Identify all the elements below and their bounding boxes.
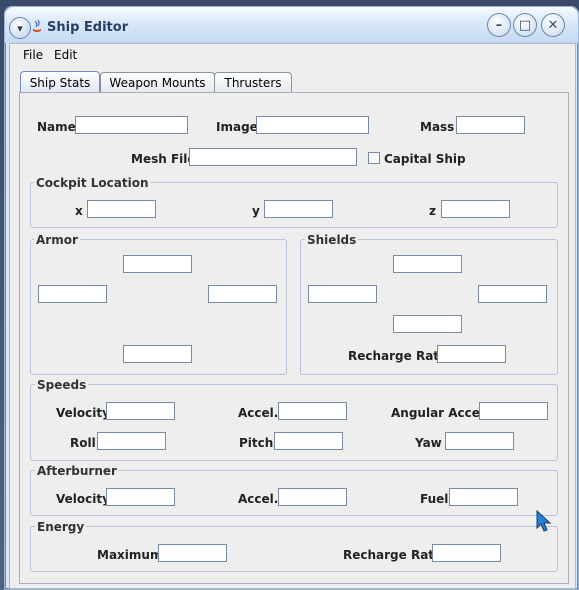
ship-editor-window: ▾ Ship Editor – □ ✕ File Edit Ship Stats… <box>4 6 579 590</box>
pitch-label: Pitch <box>239 436 274 450</box>
energy-recharge-label: Recharge Rate <box>343 548 443 562</box>
speed-velocity-label: Velocity <box>56 406 110 420</box>
close-button[interactable]: ✕ <box>541 13 565 37</box>
minimize-icon: – <box>495 17 503 33</box>
close-icon: ✕ <box>547 17 559 33</box>
menu-file[interactable]: File <box>23 48 43 62</box>
shield-back-field[interactable] <box>393 315 462 333</box>
shields-title: Shields <box>305 233 359 247</box>
capital-ship-checkbox[interactable] <box>368 152 380 164</box>
mouse-cursor-icon <box>536 509 552 534</box>
tab-weapon-mounts[interactable]: Weapon Mounts <box>100 72 215 93</box>
shield-recharge-label: Recharge Rate <box>348 349 448 363</box>
tab-ship-stats[interactable]: Ship Stats <box>20 71 100 93</box>
afterburner-accel-field[interactable] <box>278 488 347 506</box>
shield-left-field[interactable] <box>308 285 377 303</box>
cockpit-y-label: y <box>252 204 260 218</box>
roll-field[interactable] <box>97 432 166 450</box>
fuel-label: Fuel <box>420 492 449 506</box>
roll-label: Roll <box>70 436 96 450</box>
name-field[interactable] <box>75 116 188 134</box>
yaw-label: Yaw <box>415 436 442 450</box>
armor-front-field[interactable] <box>123 255 192 273</box>
speeds-title: Speeds <box>35 378 89 392</box>
cockpit-z-field[interactable] <box>441 200 510 218</box>
shield-front-field[interactable] <box>393 255 462 273</box>
cockpit-y-field[interactable] <box>264 200 333 218</box>
capital-ship-label: Capital Ship <box>384 152 466 166</box>
minimize-button[interactable]: – <box>487 13 511 37</box>
image-label: Image <box>216 120 258 134</box>
energy-maximum-label: Maximum <box>97 548 163 562</box>
afterburner-title: Afterburner <box>35 464 119 478</box>
maximize-icon: □ <box>518 17 532 33</box>
window-title: Ship Editor <box>47 20 129 35</box>
armor-left-field[interactable] <box>38 285 107 303</box>
speed-accel-label: Accel. <box>238 406 279 420</box>
afterburner-velocity-field[interactable] <box>106 488 175 506</box>
menu-edit[interactable]: Edit <box>54 48 77 62</box>
mesh-file-label: Mesh File <box>131 152 196 166</box>
fuel-field[interactable] <box>449 488 518 506</box>
cockpit-location-title: Cockpit Location <box>34 176 151 190</box>
mass-label: Mass <box>420 120 455 134</box>
client-area: File Edit Ship Stats Weapon Mounts Thrus… <box>9 43 576 589</box>
system-menu-icon[interactable]: ▾ <box>9 17 31 39</box>
title-bar[interactable]: ▾ Ship Editor – □ ✕ <box>5 7 578 43</box>
cockpit-z-label: z <box>429 204 436 218</box>
tab-thrusters[interactable]: Thrusters <box>214 72 292 93</box>
pitch-field[interactable] <box>274 432 343 450</box>
cockpit-x-label: x <box>75 204 83 218</box>
afterburner-velocity-label: Velocity <box>56 492 110 506</box>
armor-title: Armor <box>34 233 80 247</box>
energy-recharge-field[interactable] <box>432 544 501 562</box>
angular-accel-field[interactable] <box>479 402 548 420</box>
armor-back-field[interactable] <box>123 345 192 363</box>
armor-right-field[interactable] <box>208 285 277 303</box>
image-field[interactable] <box>256 116 369 134</box>
afterburner-accel-label: Accel. <box>238 492 279 506</box>
java-app-icon <box>31 19 43 33</box>
yaw-field[interactable] <box>445 432 514 450</box>
speed-velocity-field[interactable] <box>106 402 175 420</box>
angular-accel-label: Angular Accel. <box>391 406 489 420</box>
speed-accel-field[interactable] <box>278 402 347 420</box>
shield-recharge-field[interactable] <box>437 345 506 363</box>
energy-title: Energy <box>35 520 87 534</box>
maximize-button[interactable]: □ <box>513 13 537 37</box>
cockpit-x-field[interactable] <box>87 200 156 218</box>
menu-bar: File Edit <box>10 44 575 66</box>
name-label: Name <box>37 120 76 134</box>
mass-field[interactable] <box>456 116 525 134</box>
mesh-file-field[interactable] <box>189 148 357 166</box>
shield-right-field[interactable] <box>478 285 547 303</box>
energy-maximum-field[interactable] <box>158 544 227 562</box>
